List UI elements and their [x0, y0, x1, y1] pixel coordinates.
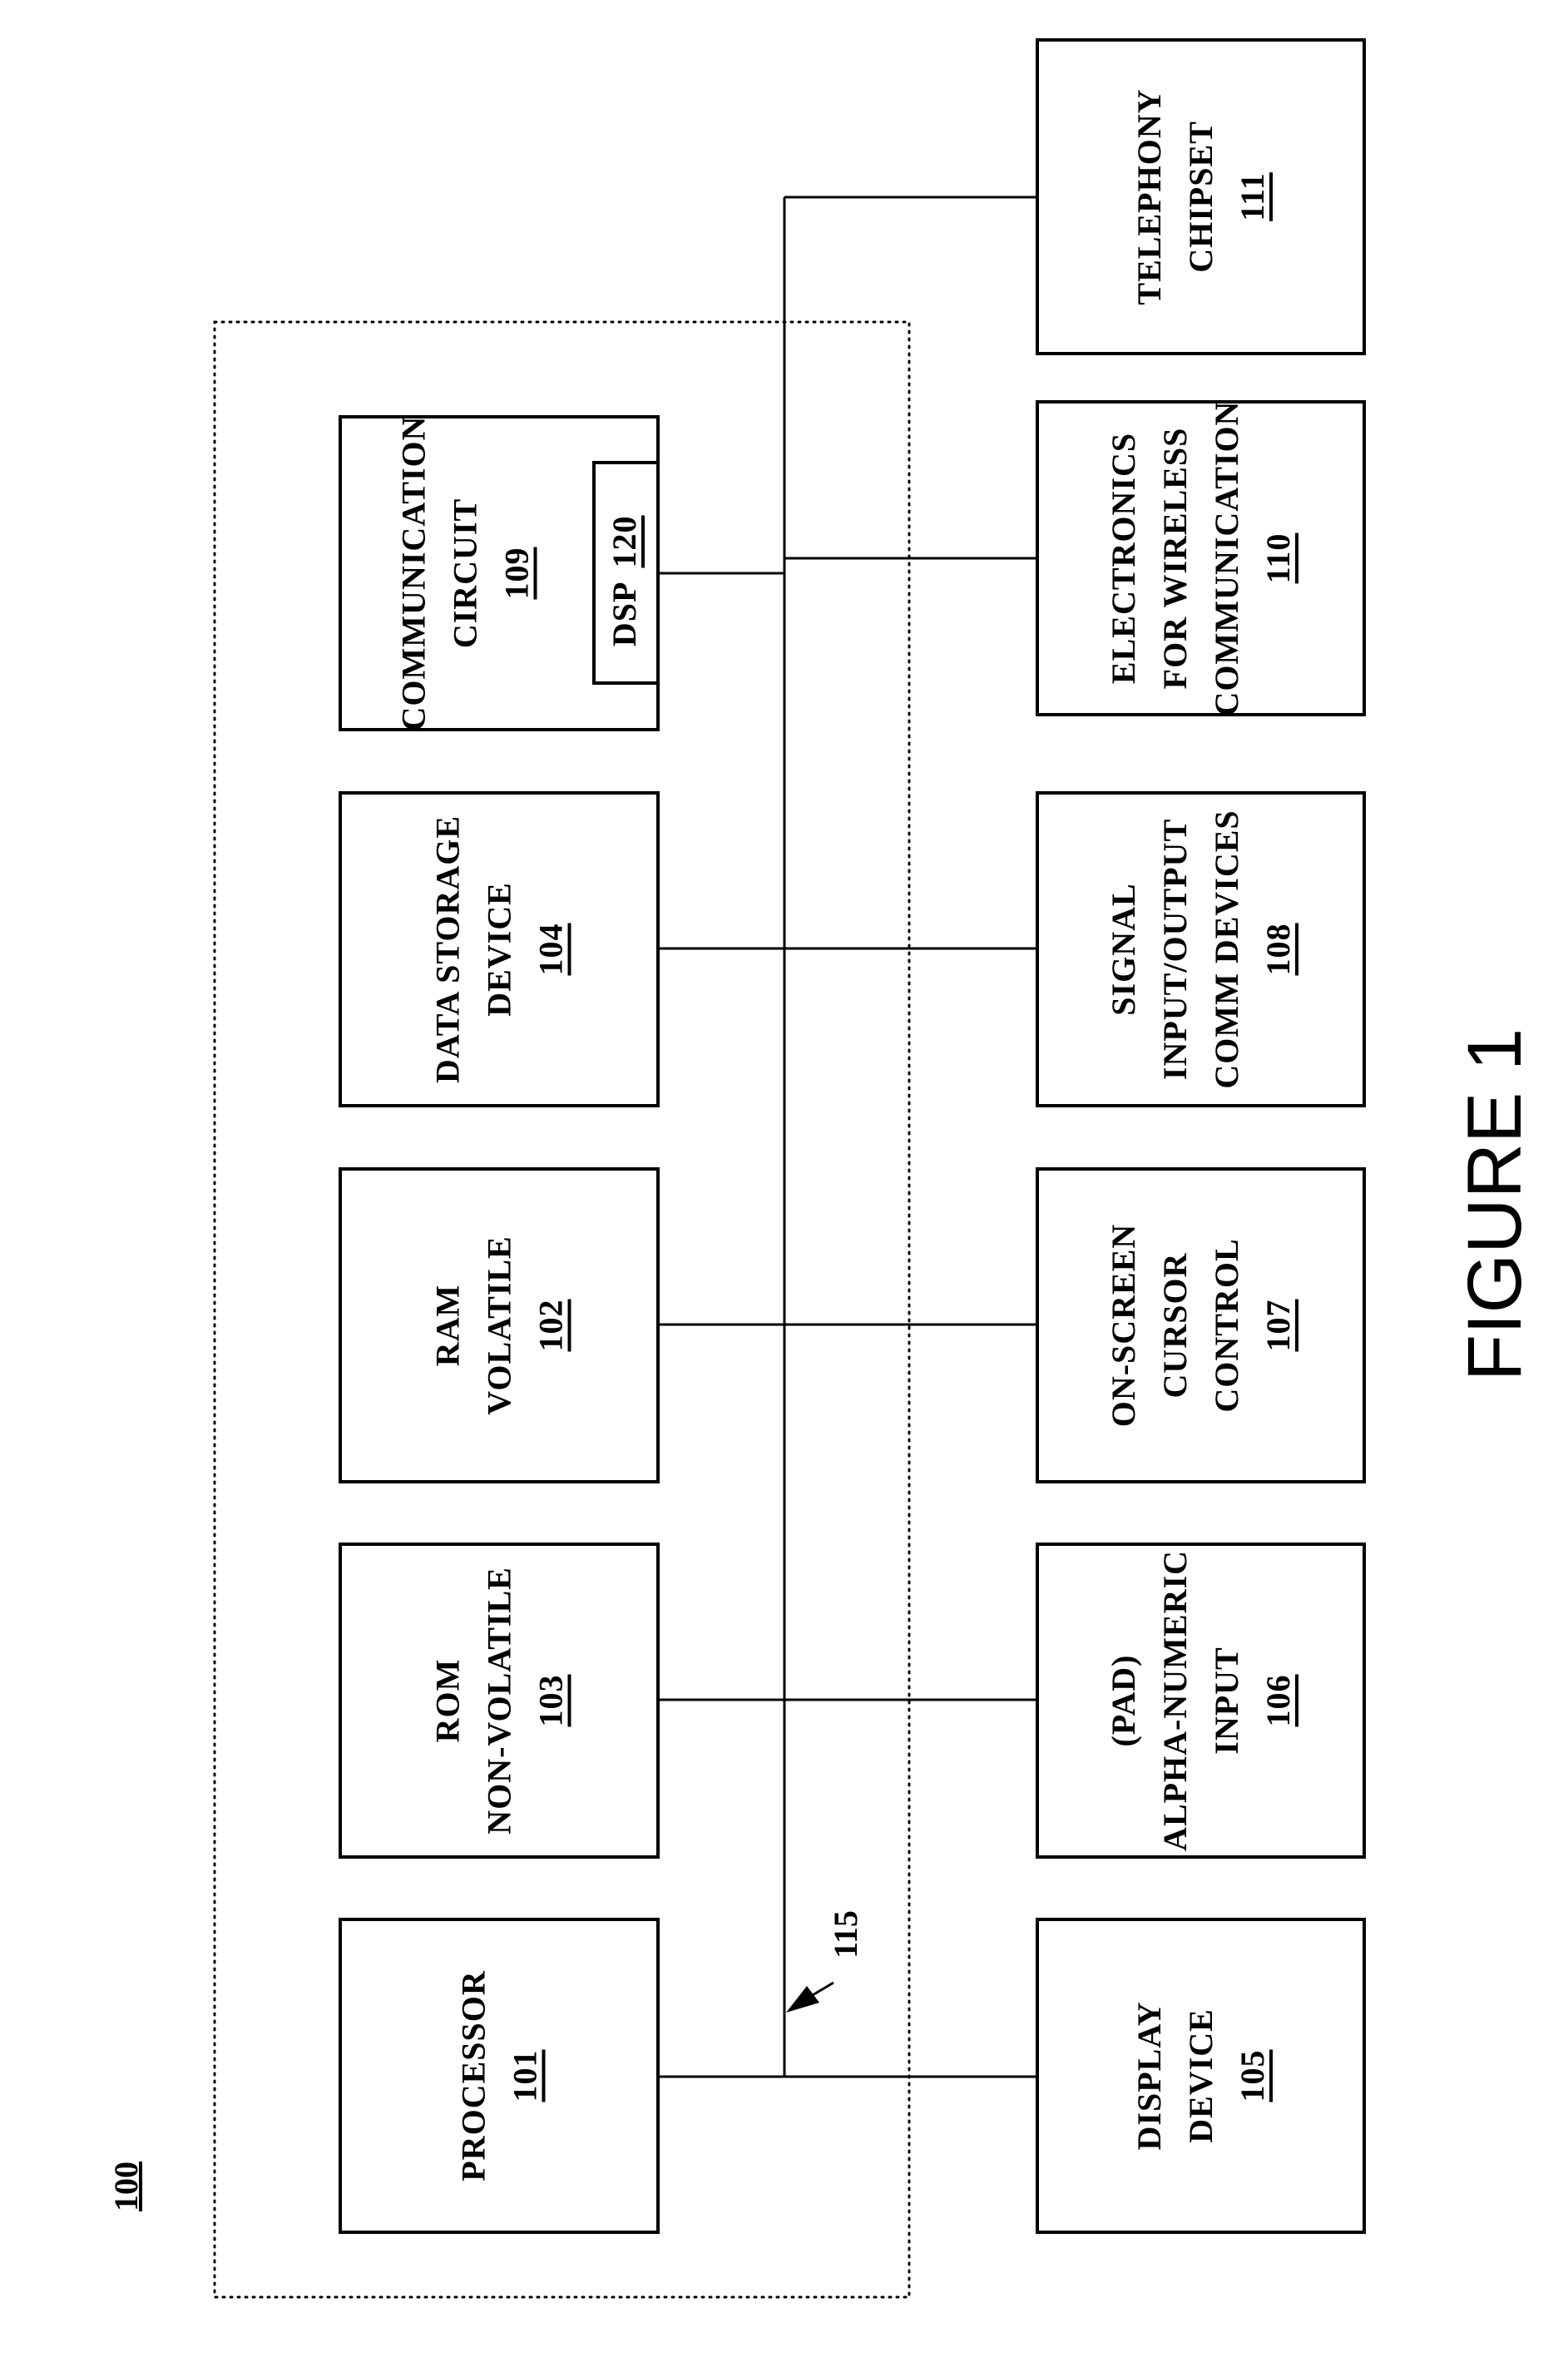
system-ref-label: 100 [107, 2162, 145, 2211]
rom-label-line: ROM [429, 1659, 467, 1743]
dsp-box [592, 461, 660, 685]
dsp-ref-number: 120 [606, 516, 643, 568]
dsp-block: DSP 120 [592, 461, 660, 685]
alpha-numeric-input-ref-number: 106 [1259, 1675, 1297, 1727]
communication-circuit-ref-number: 109 [498, 547, 536, 600]
telephony-chipset-label-line: TELEPHONY [1130, 88, 1168, 305]
processor-box [339, 1918, 660, 2234]
data-storage-label-line: DATA STORAGE [429, 815, 467, 1083]
ram-label-line: VOLATILE [481, 1236, 518, 1414]
cursor-control-block: ON-SCREEN CURSOR CONTROL 107 [1036, 1167, 1366, 1483]
display-device-ref-number: 105 [1234, 2050, 1271, 2102]
communication-circuit-label-line: COMMUNICATION [395, 416, 433, 731]
ram-block: RAM VOLATILE 102 [339, 1167, 660, 1483]
processor-label-line: PROCESSOR [455, 1970, 492, 2181]
data-storage-block: DATA STORAGE DEVICE 104 [339, 791, 660, 1107]
bus-pointer: 115 [786, 1910, 864, 2013]
alpha-numeric-input-box [1036, 1543, 1366, 1859]
data-storage-label-line: DEVICE [481, 882, 518, 1017]
ram-label-line: RAM [429, 1285, 467, 1367]
display-device-block: DISPLAY DEVICE 105 [1036, 1918, 1366, 2234]
rom-ref-number: 103 [532, 1675, 570, 1727]
wireless-electronics-box [1036, 400, 1366, 716]
wireless-electronics-ref-number: 110 [1259, 533, 1297, 584]
arrowhead-icon [786, 1986, 819, 2013]
cursor-control-label-line: ON-SCREEN [1105, 1224, 1142, 1428]
wireless-electronics-label-line: FOR WIRELESS [1156, 428, 1194, 690]
wireless-electronics-label-line: ELECTRONICS [1105, 433, 1142, 684]
telephony-chipset-label-line: CHIPSET [1182, 121, 1219, 273]
processor-ref-number: 101 [507, 2050, 544, 2102]
alpha-numeric-input-block: (PAD) ALPHA-NUMERIC INPUT 106 [1036, 1543, 1366, 1859]
display-device-label-line: DISPLAY [1130, 2002, 1168, 2151]
cursor-control-ref-number: 107 [1259, 1300, 1297, 1352]
telephony-chipset-ref-number: 111 [1234, 172, 1271, 221]
bus-wires [658, 196, 1037, 2078]
signal-io-block: SIGNAL INPUT/OUTPUT COMM DEVICES 108 [1036, 791, 1366, 1107]
signal-io-box [1036, 791, 1366, 1107]
figure-caption: FIGURE 1 [1452, 1028, 1537, 1381]
alpha-numeric-input-label-line: (PAD) [1105, 1655, 1142, 1747]
ram-ref-number: 102 [532, 1300, 570, 1352]
processor-block: PROCESSOR 101 [339, 1918, 660, 2234]
component-boxes: PROCESSOR 101 ROM NON-VOLATILE 103 RAM VOLATIL… [339, 38, 1366, 2234]
communication-circuit-block: COMMUNICATION CIRCUIT 109 DSP 120 [339, 415, 660, 731]
signal-io-label-line: COMM DEVICES [1208, 810, 1245, 1088]
communication-circuit-label-line: CIRCUIT [447, 498, 484, 648]
wireless-electronics-block: ELECTRONICS FOR WIRELESS COMMUNICATION 110 [1036, 400, 1366, 716]
bus-ref-label: 115 [827, 1910, 864, 1959]
signal-io-ref-number: 108 [1259, 924, 1297, 976]
display-device-label-line: DEVICE [1182, 2008, 1219, 2143]
data-storage-ref-number: 104 [532, 924, 570, 976]
cursor-control-label-line: CONTROL [1208, 1238, 1245, 1412]
cursor-control-box [1036, 1167, 1366, 1483]
alpha-numeric-input-label-line: ALPHA-NUMERIC [1156, 1550, 1194, 1851]
dsp-label: DSP [606, 582, 643, 647]
alpha-numeric-input-label-line: INPUT [1208, 1647, 1245, 1754]
rom-label-line: NON-VOLATILE [481, 1567, 518, 1835]
telephony-chipset-block: TELEPHONY CHIPSET 111 [1036, 38, 1366, 355]
rom-block: ROM NON-VOLATILE 103 [339, 1543, 660, 1859]
block-diagram: PROCESSOR 101 ROM NON-VOLATILE 103 RAM VOLATIL… [107, 38, 1537, 2299]
signal-io-label-line: SIGNAL [1105, 883, 1142, 1015]
cursor-control-label-line: CURSOR [1156, 1252, 1194, 1398]
signal-io-label-line: INPUT/OUTPUT [1156, 819, 1194, 1080]
wireless-electronics-label-line: COMMUNICATION [1208, 401, 1245, 716]
